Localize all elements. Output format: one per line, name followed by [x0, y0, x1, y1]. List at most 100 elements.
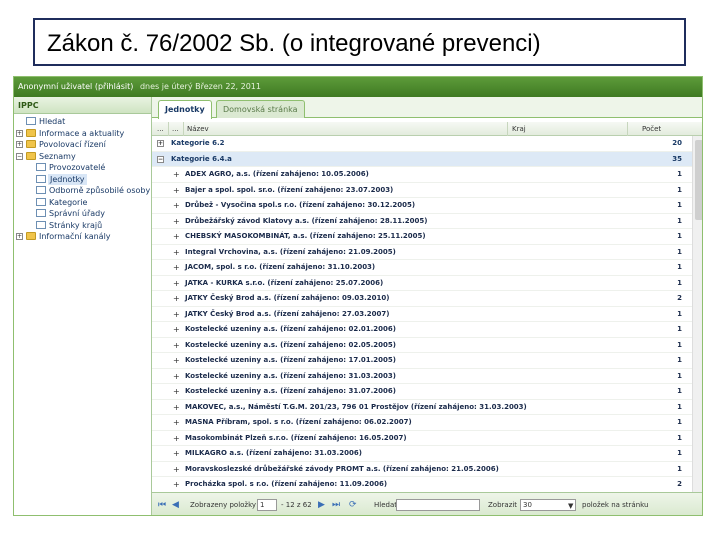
expand-plus-icon[interactable]: + — [173, 462, 180, 477]
table-row[interactable]: + ADEX AGRO, a.s. (řízení zahájeno: 10.05… — [152, 167, 702, 183]
folder-icon — [26, 232, 36, 240]
expand-plus-icon[interactable]: + — [173, 477, 180, 492]
table-row[interactable]: + Kostelecké uzeniny a.s. (řízení zahájen… — [152, 353, 702, 369]
expand-plus-icon[interactable]: + — [173, 384, 180, 399]
last-page-icon[interactable]: ⏭ — [332, 500, 340, 510]
table-row[interactable]: + MAKOVEC, a.s., Náměstí T.G.M. 201/23, 7… — [152, 400, 702, 415]
app-window: Anonymní uživatel (přihlásit) dnes je út… — [13, 76, 703, 516]
col-region-header[interactable]: Kraj — [512, 122, 526, 136]
grid-scrollbar[interactable] — [692, 136, 702, 492]
category-row[interactable]: − Kategorie 6.4.a 35 — [152, 151, 702, 167]
chevron-down-icon[interactable]: ▼ — [568, 501, 573, 511]
table-row[interactable]: + JATKA - KURKA s.r.o. (řízení zahájeno: … — [152, 276, 702, 291]
expand-icon[interactable]: + — [16, 129, 23, 137]
table-row[interactable]: + JATKY Český Brod a.s. (řízení zahájeno:… — [152, 307, 702, 322]
prev-page-icon[interactable]: ◀ — [172, 500, 179, 510]
list-page-icon — [36, 209, 46, 217]
tree-item-kategorie[interactable]: Kategorie — [14, 197, 151, 209]
expand-icon[interactable]: + — [16, 233, 23, 240]
page-number-input[interactable]: 1 — [257, 499, 277, 511]
tree-item-kanaly[interactable]: + Informační kanály — [14, 231, 151, 243]
table-row[interactable]: + JACOM, spol. s r.o. (řízení zahájeno: 3… — [152, 260, 702, 276]
expand-icon[interactable]: + — [16, 141, 23, 148]
tab-home[interactable]: Domovská stránka — [216, 100, 305, 118]
table-row[interactable]: + Procházka spol. s r.o. (řízení zahájeno… — [152, 477, 702, 493]
column-separator — [627, 122, 628, 136]
tab-bar: Jednotky Domovská stránka — [152, 97, 702, 119]
collapse-icon[interactable]: − — [16, 152, 23, 160]
tree-item-seznamy[interactable]: − Seznamy — [14, 151, 151, 163]
row-name: Bajer a spol. spol. sr.o. (řízení zaháje… — [185, 185, 394, 194]
tree-item-label: Hledat — [39, 117, 66, 126]
expand-plus-icon[interactable]: + — [173, 338, 180, 353]
table-row[interactable]: + Drůbežářský závod Klatovy a.s. (řízení … — [152, 214, 702, 229]
filter-input[interactable] — [396, 499, 480, 511]
category-row[interactable]: + Kategorie 6.2 20 — [152, 136, 702, 152]
col-name-header[interactable]: Název — [187, 122, 209, 136]
table-row[interactable]: + Masokombinát Plzeň s.r.o. (řízení zaháj… — [152, 431, 702, 446]
table-row[interactable]: + JATKY Český Brod a.s. (řízení zahájeno:… — [152, 291, 702, 307]
tab-jednotky[interactable]: Jednotky — [158, 100, 212, 119]
expand-plus-icon[interactable]: + — [173, 431, 180, 446]
table-row[interactable]: + CHEBSKÝ MASOKOMBINÁT, a.s. (řízení zahá… — [152, 229, 702, 245]
scrollbar-thumb[interactable] — [695, 140, 702, 220]
expand-plus-icon[interactable]: + — [173, 322, 180, 337]
expand-plus-icon[interactable]: + — [173, 276, 180, 291]
row-name: Moravskoslezské drůbežářské závody PROMT… — [185, 464, 499, 473]
row-count: 2 — [677, 294, 682, 302]
table-row[interactable]: + Bajer a spol. spol. sr.o. (řízení zaháj… — [152, 183, 702, 198]
expand-plus-icon[interactable]: + — [173, 198, 180, 213]
tree-item-label: Seznamy — [39, 151, 76, 161]
tree-item-provozovatele[interactable]: Provozovatelé — [14, 162, 151, 174]
tree-item-hledat[interactable]: Hledat — [14, 116, 151, 128]
tree-item-informace[interactable]: + Informace a aktuality — [14, 128, 151, 140]
list-page-icon — [36, 186, 46, 194]
tree-item-urady[interactable]: Správní úřady — [14, 208, 151, 220]
row-name: Kategorie 6.4.a — [171, 154, 232, 163]
row-name: JATKY Český Brod a.s. (řízení zahájeno: … — [185, 294, 390, 302]
row-count: 1 — [677, 263, 682, 271]
expand-icon[interactable]: + — [157, 140, 164, 147]
table-row[interactable]: + Kostelecké uzeniny a.s. (řízení zahájen… — [152, 384, 702, 400]
user-login-link[interactable]: Anonymní uživatel (přihlásit) — [18, 82, 133, 91]
table-row[interactable]: + Kostelecké uzeniny a.s. (řízení zahájen… — [152, 369, 702, 384]
expand-plus-icon[interactable]: + — [173, 260, 180, 275]
table-row[interactable]: + Moravskoslezské drůbežářské závody PROM… — [152, 462, 702, 477]
tree-item-povolovaci[interactable]: + Povolovací řízení — [14, 139, 151, 151]
table-row[interactable]: + Kostelecké uzeniny a.s. (řízení zahájen… — [152, 322, 702, 338]
table-row[interactable]: + Kostelecké uzeniny a.s. (řízení zahájen… — [152, 338, 702, 353]
expand-plus-icon[interactable]: + — [173, 229, 180, 244]
folder-open-icon — [26, 151, 36, 160]
folder-icon — [26, 128, 36, 137]
expand-plus-icon[interactable]: + — [173, 307, 180, 322]
expand-plus-icon[interactable]: + — [173, 291, 180, 306]
tree-title: IPPC — [14, 97, 151, 114]
table-row[interactable]: + Integral Vrchovina, a.s. (řízení zaháje… — [152, 245, 702, 260]
refresh-icon[interactable]: ⟳ — [349, 500, 357, 510]
expand-plus-icon[interactable]: + — [173, 214, 180, 229]
first-page-icon[interactable]: ⏮ — [158, 500, 166, 510]
tree-item-kraje[interactable]: Stránky krajů — [14, 220, 151, 232]
col-dots-1[interactable]: ... — [157, 122, 164, 136]
expand-plus-icon[interactable]: + — [173, 400, 180, 415]
table-row[interactable]: + Drůbež - Vysočina spol.s r.o. (řízení z… — [152, 198, 702, 214]
row-count: 1 — [677, 309, 682, 318]
app-header: Anonymní uživatel (přihlásit) dnes je út… — [14, 77, 702, 97]
expand-plus-icon[interactable]: + — [173, 245, 180, 260]
expand-plus-icon[interactable]: + — [173, 369, 180, 384]
col-count-header[interactable]: Počet — [642, 122, 661, 136]
tree-item-jednotky[interactable]: Jednotky — [14, 173, 151, 185]
expand-plus-icon[interactable]: + — [173, 167, 180, 182]
table-row[interactable]: + MASNA Příbram, spol. s r.o. (řízení zah… — [152, 415, 702, 431]
row-count: 1 — [677, 464, 682, 473]
table-row[interactable]: + MILKAGRO a.s. (řízení zahájeno: 31.03.2… — [152, 446, 702, 462]
row-name: JATKA - KURKA s.r.o. (řízení zahájeno: 2… — [185, 278, 384, 287]
expand-plus-icon[interactable]: + — [173, 415, 180, 430]
collapse-icon[interactable]: − — [157, 155, 164, 163]
tree-item-osoby[interactable]: Odborně způsobilé osoby — [14, 185, 151, 197]
expand-plus-icon[interactable]: + — [173, 446, 180, 461]
next-page-icon[interactable]: ▶ — [318, 500, 325, 510]
expand-plus-icon[interactable]: + — [173, 183, 180, 198]
col-dots-2[interactable]: ... — [172, 122, 179, 136]
expand-plus-icon[interactable]: + — [173, 353, 180, 368]
